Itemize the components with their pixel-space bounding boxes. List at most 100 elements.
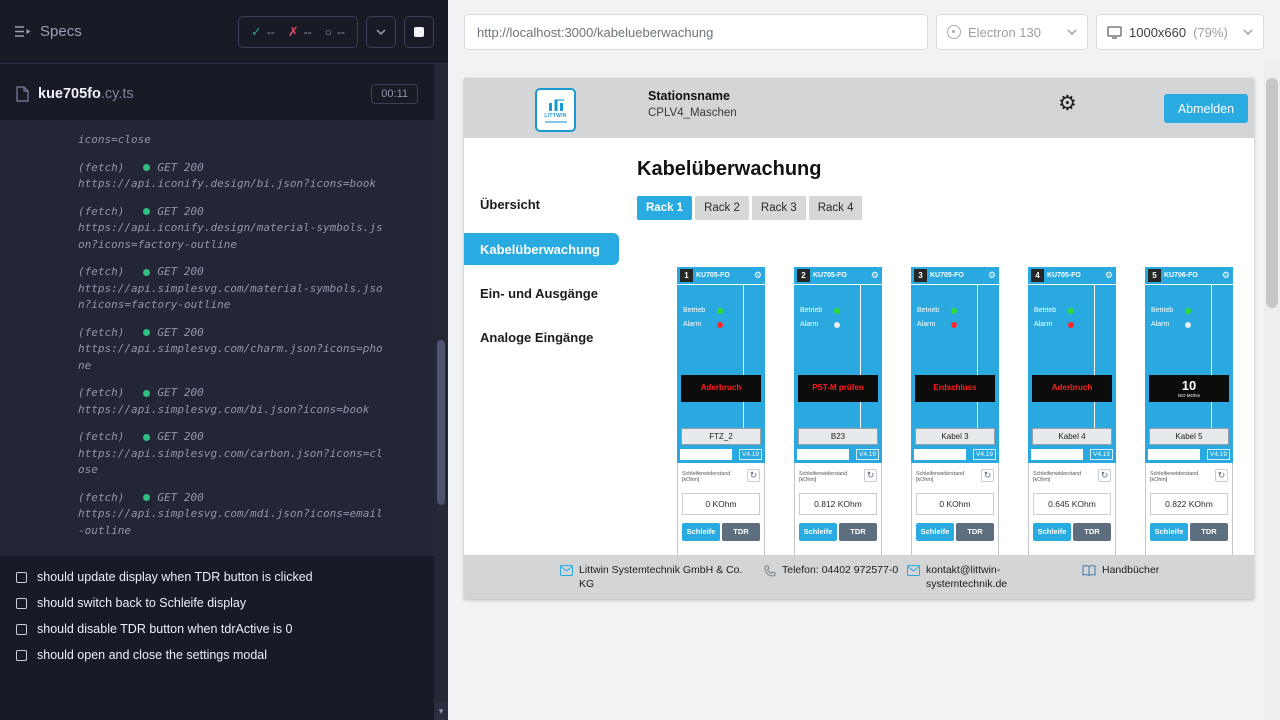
tdr-button[interactable]: TDR [722, 523, 760, 541]
sidebar-item-kabelueberwachung[interactable]: Kabelüberwachung [464, 233, 619, 265]
test-item[interactable]: should update display when TDR button is… [0, 564, 434, 590]
sidebar-item-analoge-eingaenge[interactable]: Analoge Eingänge [480, 330, 593, 345]
schleife-button[interactable]: Schleife [1033, 523, 1071, 541]
settings-gear-icon[interactable]: ⚙ [1058, 93, 1077, 114]
station-name: CPLV4_Maschen [648, 107, 737, 119]
sidebar-item-uebersicht[interactable]: Übersicht [480, 197, 540, 212]
scrollbar-thumb[interactable] [1266, 78, 1278, 308]
refresh-icon[interactable]: ↻ [747, 469, 760, 482]
test-stats-group: ✓-- ✗-- ○-- [238, 16, 358, 48]
tdr-button[interactable]: TDR [839, 523, 877, 541]
sidebar-item-ein-und-ausgaenge[interactable]: Ein- und Ausgänge [480, 286, 598, 301]
footer-phone-text: Telefon: 04402 972577-0 [782, 564, 898, 578]
device-gear-icon[interactable]: ⚙ [1105, 271, 1113, 280]
runner-scrollbar[interactable]: ▾ [434, 64, 448, 720]
test-item[interactable]: should switch back to Schleife display [0, 590, 434, 616]
log-url: https://api.simplesvg.com/material-symbo… [78, 281, 384, 314]
measurement-label: Schleifenwiderstand [kOhm] [682, 469, 745, 484]
specs-menu[interactable]: Specs [14, 23, 230, 40]
status-text: Aderbruch [1052, 384, 1092, 393]
tdr-button[interactable]: TDR [1073, 523, 1111, 541]
device-model: KÜ705-FO [813, 272, 868, 279]
browser-select[interactable]: Electron 130 [936, 14, 1088, 50]
panel-divider [860, 285, 861, 428]
stop-button[interactable] [404, 16, 434, 48]
tab-rack-4[interactable]: Rack 4 [809, 196, 863, 220]
firmware-version: V4.19 [973, 449, 996, 460]
log-prefix: (fetch) [78, 264, 124, 281]
log-entry[interactable]: (fetch)GET 200 https://api.simplesvg.com… [78, 429, 384, 479]
measurement-label: Schleifenwiderstand [kOhm] [1150, 469, 1213, 484]
refresh-icon[interactable]: ↻ [1098, 469, 1111, 482]
log-url: https://api.iconify.design/bi.json?icons… [78, 176, 384, 193]
url-input[interactable] [477, 25, 915, 40]
test-item[interactable]: should open and close the settings modal [0, 642, 434, 668]
schleife-button[interactable]: Schleife [682, 523, 720, 541]
scrollbar-down-arrow[interactable]: ▾ [434, 702, 448, 720]
tdr-button[interactable]: TDR [956, 523, 994, 541]
scrollbar-thumb[interactable] [437, 340, 445, 505]
schleife-button[interactable]: Schleife [1150, 523, 1188, 541]
book-icon [1082, 565, 1096, 577]
display-window [797, 449, 849, 460]
measurement-section: Schleifenwiderstand [kOhm] ↻ 0 KOhm Schl… [677, 463, 765, 569]
device-gear-icon[interactable]: ⚙ [1222, 271, 1230, 280]
measurement-value: 0.812 KOhm [799, 493, 877, 515]
log-status: GET 200 [157, 385, 203, 402]
measurement-value: 0 KOhm [916, 493, 994, 515]
collapse-button[interactable] [366, 16, 396, 48]
footer-phone[interactable]: Telefon: 04402 972577-0 [764, 564, 904, 578]
log-url: https://api.simplesvg.com/bi.json?icons=… [78, 402, 384, 419]
log-prefix: (fetch) [78, 204, 124, 221]
chevron-down-icon [376, 29, 386, 35]
tab-rack-3[interactable]: Rack 3 [752, 196, 806, 220]
log-prefix: (fetch) [78, 490, 124, 507]
refresh-icon[interactable]: ↻ [864, 469, 877, 482]
measurement-value: 0.822 KOhm [1150, 493, 1228, 515]
footer-email[interactable]: kontakt@littwin-systemtechnik.de [907, 564, 1057, 591]
stat-pending: ○-- [325, 25, 345, 39]
log-entry[interactable]: (fetch)GET 200 https://api.simplesvg.com… [78, 264, 384, 314]
log-entry[interactable]: (fetch)GET 200 https://api.simplesvg.com… [78, 325, 384, 375]
measurement-label: Schleifenwiderstand [kOhm] [916, 469, 979, 484]
page-scrollbar[interactable] [1264, 60, 1280, 720]
refresh-icon[interactable]: ↻ [981, 469, 994, 482]
viewport-select[interactable]: 1000x660 (79%) [1096, 14, 1264, 50]
command-log: icons=close (fetch)GET 200 https://api.i… [0, 120, 434, 556]
refresh-icon[interactable]: ↻ [1215, 469, 1228, 482]
device-gear-icon[interactable]: ⚙ [754, 271, 762, 280]
test-title: should disable TDR button when tdrActive… [37, 622, 292, 636]
preview-pane: Electron 130 1000x660 (79%) LITTWIN Stat… [448, 0, 1280, 720]
log-entry[interactable]: (fetch)GET 200 https://api.simplesvg.com… [78, 490, 384, 540]
log-entry[interactable]: (fetch)GET 200 https://api.simplesvg.com… [78, 385, 384, 418]
tab-rack-2[interactable]: Rack 2 [695, 196, 749, 220]
log-wrapped-line: icons=close [78, 132, 384, 149]
tdr-button[interactable]: TDR [1190, 523, 1228, 541]
alarm-led [1068, 322, 1074, 328]
schleife-button[interactable]: Schleife [916, 523, 954, 541]
device-gear-icon[interactable]: ⚙ [871, 271, 879, 280]
log-entry[interactable]: (fetch)GET 200 https://api.iconify.desig… [78, 204, 384, 254]
footer-manuals[interactable]: Handbücher [1082, 564, 1159, 578]
log-entry[interactable]: (fetch)GET 200 https://api.iconify.desig… [78, 160, 384, 193]
device-number: 2 [797, 269, 810, 282]
test-item[interactable]: should disable TDR button when tdrActive… [0, 616, 434, 642]
spec-header[interactable]: kue705fo.cy.ts 00:11 [0, 74, 434, 114]
schleife-button[interactable]: Schleife [799, 523, 837, 541]
device-gear-icon[interactable]: ⚙ [988, 271, 996, 280]
email-icon [560, 565, 573, 576]
device-card-2: 2 KÜ705-FO ⚙ Betrieb Alarm PST-M prüfen … [794, 267, 882, 569]
log-status: GET 200 [157, 325, 203, 342]
spec-name: kue705fo.cy.ts [38, 86, 134, 102]
tab-rack-1[interactable]: Rack 1 [637, 196, 692, 220]
url-bar[interactable] [464, 14, 928, 50]
page-title: Kabelüberwachung [637, 158, 821, 181]
viewport-size: 1000x660 [1129, 25, 1186, 40]
status-dot-icon [143, 269, 150, 276]
footer-company[interactable]: Littwin Systemtechnik GmbH & Co. KG [560, 564, 752, 591]
test-list: should update display when TDR button is… [0, 564, 434, 668]
logout-button[interactable]: Abmelden [1164, 94, 1248, 123]
status-text: Aderbruch [701, 384, 741, 393]
status-display: 10 ISO MOhm [1149, 375, 1229, 402]
panel-divider [977, 285, 978, 428]
